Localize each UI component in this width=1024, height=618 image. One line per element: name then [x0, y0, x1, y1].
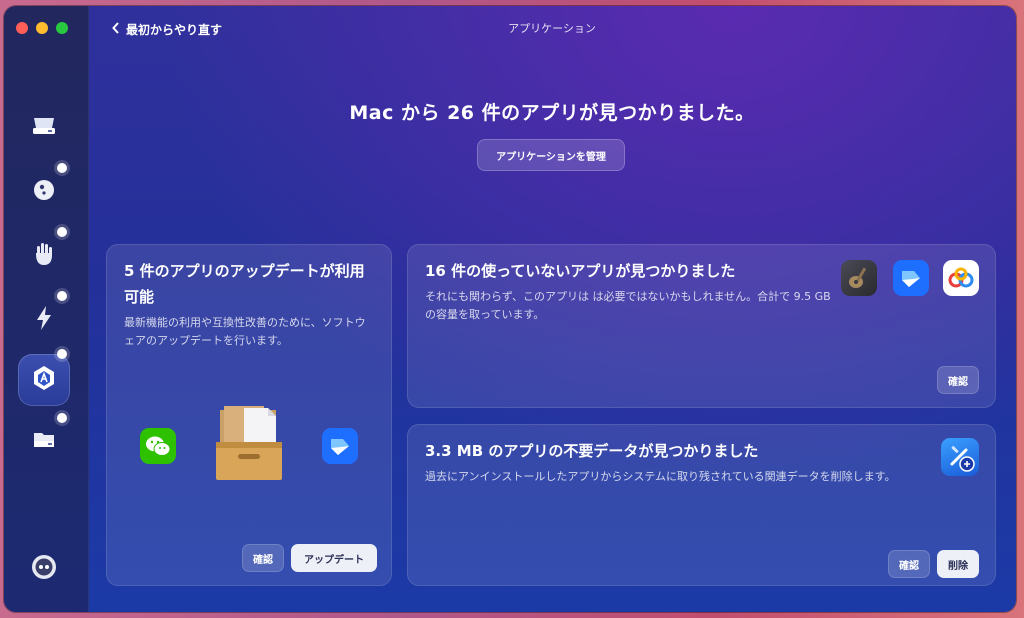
sidebar-item-speed[interactable]: [24, 300, 64, 340]
leftovers-card: 3.3 MB のアプリの不要データが見つかりました 過去にアンインストールしたア…: [407, 424, 996, 586]
hand-stop-icon: [32, 241, 56, 271]
updates-card-description: 最新機能の利用や互換性改善のために、ソフトウェアのアップデートを行います。: [124, 316, 366, 347]
leftovers-review-button[interactable]: 確認: [888, 550, 930, 578]
lightning-icon: [33, 305, 55, 335]
sidebar-item-disk[interactable]: [24, 108, 64, 148]
wechat-icon: [140, 428, 176, 464]
unused-apps-review-button[interactable]: 確認: [937, 366, 979, 394]
update-button[interactable]: アップデート: [291, 544, 377, 572]
delete-button[interactable]: 削除: [937, 550, 979, 578]
sidebar-item-files[interactable]: [24, 422, 64, 462]
sidebar-dot-indicator: [57, 291, 67, 301]
manage-applications-button[interactable]: アプリケーションを管理: [477, 139, 625, 171]
leftovers-card-description: 過去にアンインストールしたアプリからシステムに取り残されている関連データを削除し…: [425, 470, 896, 483]
folder-drive-icon: [31, 429, 57, 455]
package-box-icon: [214, 404, 284, 484]
window-title: アプリケーション: [508, 22, 596, 35]
assistant-button[interactable]: [24, 549, 64, 589]
guitar-app-icon: [841, 260, 877, 296]
feishu-icon: [322, 428, 358, 464]
sidebar-dot-indicator: [57, 163, 67, 173]
sidebar-item-applications[interactable]: [18, 354, 70, 406]
assistant-face-icon: [31, 554, 57, 584]
globe-protection-icon: [32, 178, 56, 206]
app-window: 最初からやり直す アプリケーション Mac から 26 件のアプリが見つかりまし…: [4, 6, 1016, 612]
updates-card-title: 5 件のアプリのアップデートが利用可能: [124, 262, 365, 306]
disk-drive-icon: [31, 115, 57, 141]
sidebar-item-protection[interactable]: [24, 172, 64, 212]
page-headline: Mac から 26 件のアプリが見つかりました。: [349, 102, 755, 124]
unused-apps-card-description: それにも関わらず、このアプリは は必要ではないかもしれません。合計で 9.5 G…: [425, 290, 831, 321]
unused-apps-card: 16 件の使っていないアプリが見つかりました それにも関わらず、このアプリは は…: [407, 244, 996, 408]
xcode-leftover-icon: [941, 438, 979, 476]
sidebar-dot-indicator: [57, 413, 67, 423]
sidebar-dot-indicator: [57, 349, 67, 359]
leftovers-card-title: 3.3 MB のアプリの不要データが見つかりました: [425, 442, 759, 460]
feishu-icon: [893, 260, 929, 296]
applications-icon: [31, 365, 57, 395]
sidebar: [4, 6, 89, 612]
updates-card: 5 件のアプリのアップデートが利用可能 最新機能の利用や互換性改善のために、ソフ…: [106, 244, 392, 586]
sidebar-item-privacy[interactable]: [24, 236, 64, 276]
unused-apps-card-title: 16 件の使っていないアプリが見つかりました: [425, 262, 736, 280]
baidu-netdisk-icon: [943, 260, 979, 296]
updates-review-button[interactable]: 確認: [242, 544, 284, 572]
sidebar-dot-indicator: [57, 227, 67, 237]
